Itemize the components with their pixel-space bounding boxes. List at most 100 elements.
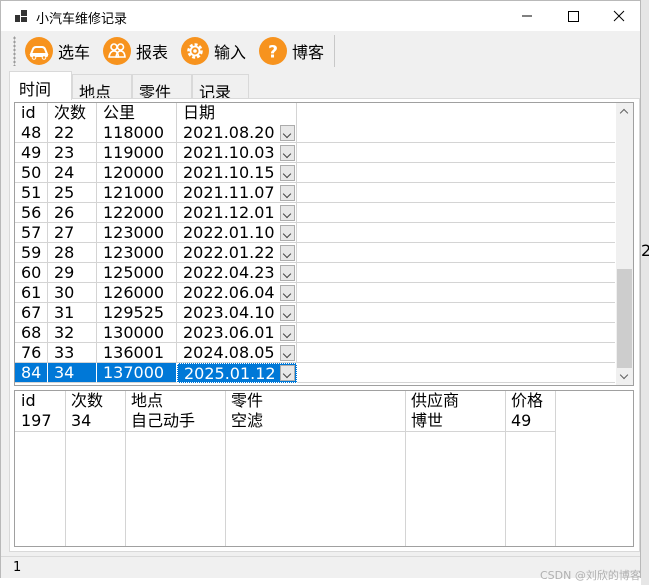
date-dropdown-icon[interactable] bbox=[280, 205, 295, 221]
cell-km[interactable]: 121000 bbox=[97, 183, 177, 203]
table-row[interactable]: 50 24 120000 2021.10.15 bbox=[15, 163, 615, 183]
cell-km[interactable]: 130000 bbox=[97, 323, 177, 343]
tab-time[interactable]: 时间 bbox=[9, 71, 72, 100]
detail-header-part[interactable]: 零件 bbox=[225, 391, 405, 411]
cell-km[interactable]: 118000 bbox=[97, 123, 177, 143]
date-dropdown-icon[interactable] bbox=[280, 225, 295, 241]
table-row[interactable]: 68 32 130000 2023.06.01 bbox=[15, 323, 615, 343]
table-row[interactable]: 56 26 122000 2021.12.01 bbox=[15, 203, 615, 223]
maintenance-time-grid[interactable]: id 次数 公里 日期 48 22 118000 2021.08.20 49 23 1190… bbox=[14, 102, 634, 386]
cell-km[interactable]: 120000 bbox=[97, 163, 177, 183]
date-dropdown-icon[interactable] bbox=[280, 345, 295, 361]
minimize-button[interactable] bbox=[504, 1, 550, 31]
cell-id[interactable]: 51 bbox=[15, 183, 48, 203]
detail-cell-count[interactable]: 34 bbox=[65, 411, 125, 431]
detail-header-count[interactable]: 次数 bbox=[65, 391, 125, 411]
tab-parts[interactable]: 零件 bbox=[132, 74, 192, 102]
detail-cell-part[interactable]: 空滤 bbox=[225, 411, 405, 431]
cell-count[interactable]: 29 bbox=[48, 263, 97, 283]
input-button[interactable]: 输入 bbox=[181, 36, 246, 66]
blog-button[interactable]: ? 博客 bbox=[259, 36, 324, 66]
cell-date[interactable]: 2021.10.15 bbox=[177, 163, 297, 183]
vertical-scrollbar[interactable] bbox=[616, 103, 633, 385]
cell-id[interactable]: 68 bbox=[15, 323, 48, 343]
cell-date[interactable]: 2024.08.05 bbox=[177, 343, 297, 363]
cell-count[interactable]: 33 bbox=[48, 343, 97, 363]
detail-header-supplier[interactable]: 供应商 bbox=[405, 391, 505, 411]
maintenance-detail-grid[interactable]: id 次数 地点 零件 供应商 价格 197 34 自己动手 空滤 博世 49 bbox=[14, 390, 634, 547]
detail-row[interactable]: 197 34 自己动手 空滤 博世 49 bbox=[15, 411, 633, 431]
cell-date[interactable]: 2025.01.12 bbox=[177, 363, 297, 383]
date-dropdown-icon[interactable] bbox=[280, 165, 295, 181]
date-dropdown-icon[interactable] bbox=[280, 305, 295, 321]
table-row[interactable]: 61 30 126000 2022.06.04 bbox=[15, 283, 615, 303]
table-row[interactable]: 76 33 136001 2024.08.05 bbox=[15, 343, 615, 363]
cell-km[interactable]: 126000 bbox=[97, 283, 177, 303]
cell-count[interactable]: 26 bbox=[48, 203, 97, 223]
column-header-km[interactable]: 公里 bbox=[97, 103, 177, 123]
cell-count[interactable]: 31 bbox=[48, 303, 97, 323]
cell-count[interactable]: 28 bbox=[48, 243, 97, 263]
date-dropdown-icon[interactable] bbox=[280, 145, 295, 161]
detail-header-price[interactable]: 价格 bbox=[505, 391, 555, 411]
date-dropdown-icon[interactable] bbox=[280, 185, 295, 201]
cell-count[interactable]: 32 bbox=[48, 323, 97, 343]
table-row[interactable]: 59 28 123000 2022.01.22 bbox=[15, 243, 615, 263]
table-row[interactable]: 51 25 121000 2021.11.07 bbox=[15, 183, 615, 203]
close-button[interactable] bbox=[596, 1, 642, 31]
cell-km[interactable]: 137000 bbox=[97, 363, 177, 383]
date-dropdown-icon[interactable] bbox=[280, 285, 295, 301]
cell-id[interactable]: 60 bbox=[15, 263, 48, 283]
tab-location[interactable]: 地点 bbox=[72, 74, 132, 102]
cell-date[interactable]: 2023.06.01 bbox=[177, 323, 297, 343]
cell-id[interactable]: 49 bbox=[15, 143, 48, 163]
detail-cell-location[interactable]: 自己动手 bbox=[125, 411, 225, 431]
table-row[interactable]: 49 23 119000 2021.10.03 bbox=[15, 143, 615, 163]
table-row[interactable]: 67 31 129525 2023.04.10 bbox=[15, 303, 615, 323]
tab-records[interactable]: 记录 bbox=[192, 74, 249, 102]
cell-id[interactable]: 84 bbox=[15, 363, 48, 383]
date-dropdown-icon[interactable] bbox=[280, 265, 295, 281]
cell-count[interactable]: 25 bbox=[48, 183, 97, 203]
date-dropdown-icon[interactable] bbox=[280, 245, 295, 261]
cell-km[interactable]: 136001 bbox=[97, 343, 177, 363]
cell-count[interactable]: 24 bbox=[48, 163, 97, 183]
cell-id[interactable]: 57 bbox=[15, 223, 48, 243]
detail-header-location[interactable]: 地点 bbox=[125, 391, 225, 411]
cell-id[interactable]: 50 bbox=[15, 163, 48, 183]
detail-header-id[interactable]: id bbox=[15, 391, 65, 411]
scroll-up-icon[interactable] bbox=[616, 103, 633, 120]
cell-date[interactable]: 2022.04.23 bbox=[177, 263, 297, 283]
cell-id[interactable]: 59 bbox=[15, 243, 48, 263]
cell-count[interactable]: 30 bbox=[48, 283, 97, 303]
date-dropdown-icon[interactable] bbox=[280, 365, 295, 381]
select-car-button[interactable]: 选车 bbox=[25, 36, 90, 66]
cell-date[interactable]: 2023.04.10 bbox=[177, 303, 297, 323]
table-row[interactable]: 57 27 123000 2022.01.10 bbox=[15, 223, 615, 243]
cell-date[interactable]: 2022.06.04 bbox=[177, 283, 297, 303]
cell-date[interactable]: 2021.11.07 bbox=[177, 183, 297, 203]
column-header-id[interactable]: id bbox=[15, 103, 48, 123]
detail-cell-supplier[interactable]: 博世 bbox=[405, 411, 505, 431]
table-row[interactable]: 48 22 118000 2021.08.20 bbox=[15, 123, 615, 143]
scroll-down-icon[interactable] bbox=[616, 368, 633, 385]
cell-id[interactable]: 67 bbox=[15, 303, 48, 323]
table-row[interactable]: 60 29 125000 2022.04.23 bbox=[15, 263, 615, 283]
cell-date[interactable]: 2021.12.01 bbox=[177, 203, 297, 223]
column-header-count[interactable]: 次数 bbox=[48, 103, 97, 123]
table-row[interactable]: 84 34 137000 2025.01.12 bbox=[15, 363, 615, 383]
cell-id[interactable]: 48 bbox=[15, 123, 48, 143]
date-dropdown-icon[interactable] bbox=[280, 325, 295, 341]
cell-count[interactable]: 22 bbox=[48, 123, 97, 143]
detail-cell-price[interactable]: 49 bbox=[505, 411, 555, 431]
cell-count[interactable]: 34 bbox=[48, 363, 97, 383]
report-button[interactable]: 报表 bbox=[103, 36, 168, 66]
cell-id[interactable]: 61 bbox=[15, 283, 48, 303]
cell-id[interactable]: 56 bbox=[15, 203, 48, 223]
cell-date[interactable]: 2021.08.20 bbox=[177, 123, 297, 143]
cell-km[interactable]: 123000 bbox=[97, 243, 177, 263]
scroll-thumb[interactable] bbox=[617, 269, 632, 368]
toolbar-grip[interactable] bbox=[13, 36, 16, 66]
cell-km[interactable]: 119000 bbox=[97, 143, 177, 163]
cell-km[interactable]: 122000 bbox=[97, 203, 177, 223]
